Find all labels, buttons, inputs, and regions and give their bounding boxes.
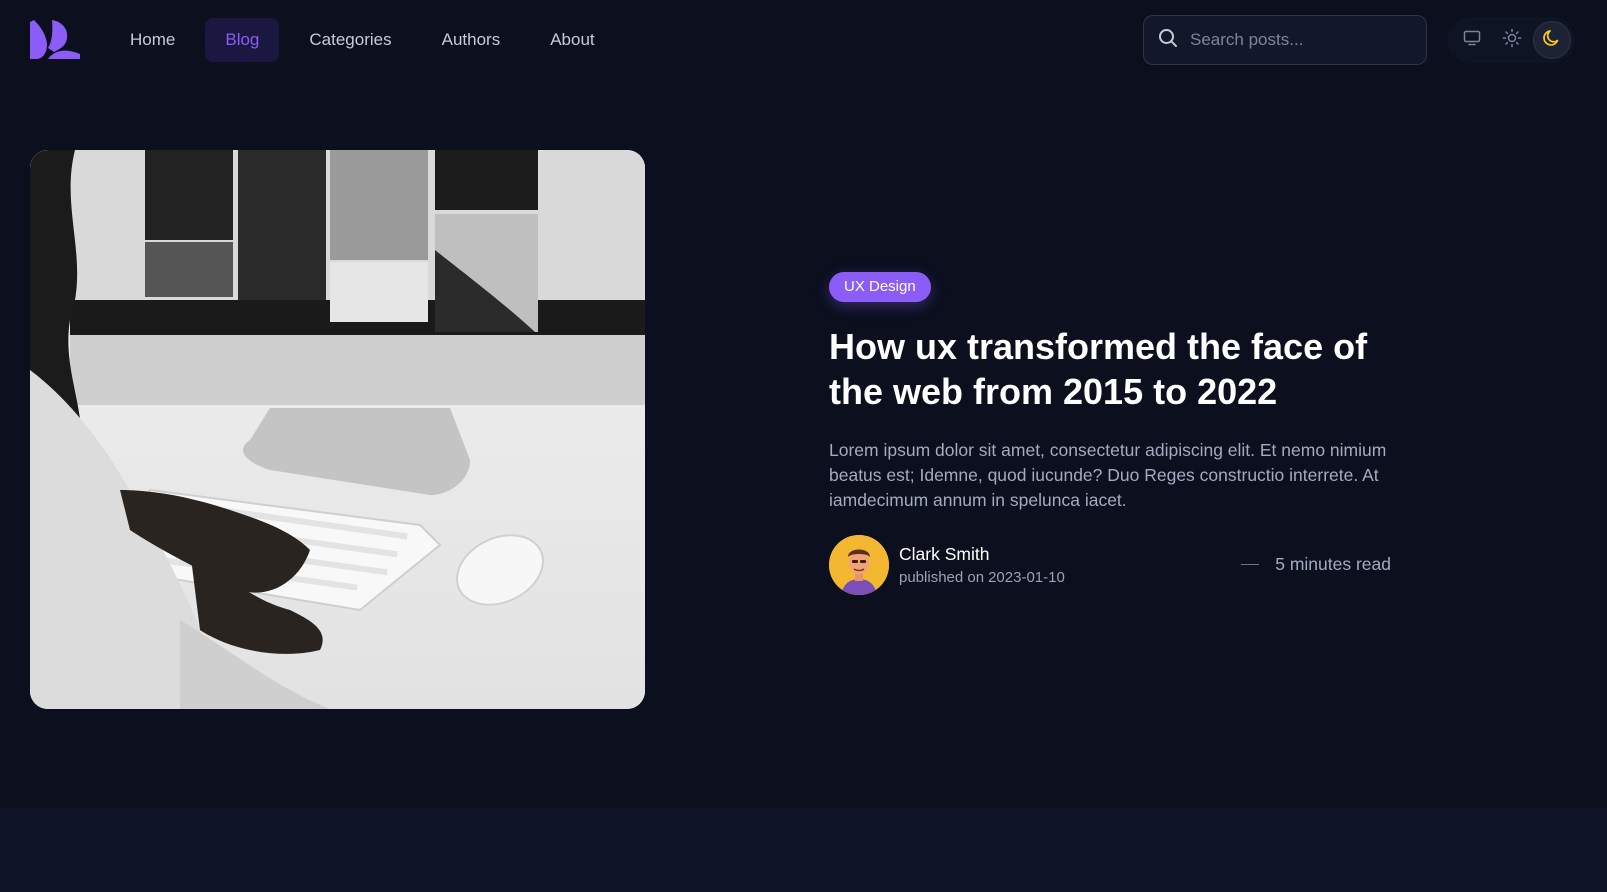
next-section-band xyxy=(0,808,1607,892)
post-cover-image[interactable] xyxy=(30,150,645,709)
monitor-icon xyxy=(1463,29,1481,52)
post-excerpt: Lorem ipsum dolor sit amet, consectetur … xyxy=(829,440,1387,510)
theme-switch xyxy=(1447,17,1575,63)
nav-home[interactable]: Home xyxy=(110,18,195,62)
post-title[interactable]: How ux transformed the face of the web f… xyxy=(829,324,1369,414)
sun-icon xyxy=(1502,28,1522,53)
published-info: published on 2023-01-10 xyxy=(899,569,1065,586)
nav-about[interactable]: About xyxy=(530,18,614,62)
search-input[interactable] xyxy=(1188,29,1408,51)
divider-dash xyxy=(1241,564,1260,565)
main-nav: Home Blog Categories Authors About xyxy=(110,18,625,62)
system-theme-button[interactable] xyxy=(1453,21,1491,59)
read-time: 5 minutes read xyxy=(1241,554,1391,575)
published-date: 2023-01-10 xyxy=(988,569,1065,586)
post-meta: Clark Smith published on 2023-01-10 5 min… xyxy=(829,535,1391,595)
read-time-label: 5 minutes read xyxy=(1275,554,1391,574)
post-content: UX Design How ux transformed the face of… xyxy=(829,272,1391,595)
top-navigation-bar: Home Blog Categories Authors About xyxy=(0,0,1607,80)
nav-authors[interactable]: Authors xyxy=(422,18,521,62)
author-avatar[interactable] xyxy=(829,535,889,595)
dark-theme-button[interactable] xyxy=(1533,21,1571,59)
logo-icon[interactable] xyxy=(30,20,80,60)
search-icon xyxy=(1158,28,1178,53)
nav-categories[interactable]: Categories xyxy=(289,18,411,62)
search-box[interactable] xyxy=(1143,15,1427,65)
moon-icon xyxy=(1542,28,1562,53)
nav-blog[interactable]: Blog xyxy=(205,18,280,62)
category-tag[interactable]: UX Design xyxy=(829,272,931,302)
published-label: published on xyxy=(899,569,985,586)
light-theme-button[interactable] xyxy=(1493,21,1531,59)
author-name[interactable]: Clark Smith xyxy=(899,544,989,565)
